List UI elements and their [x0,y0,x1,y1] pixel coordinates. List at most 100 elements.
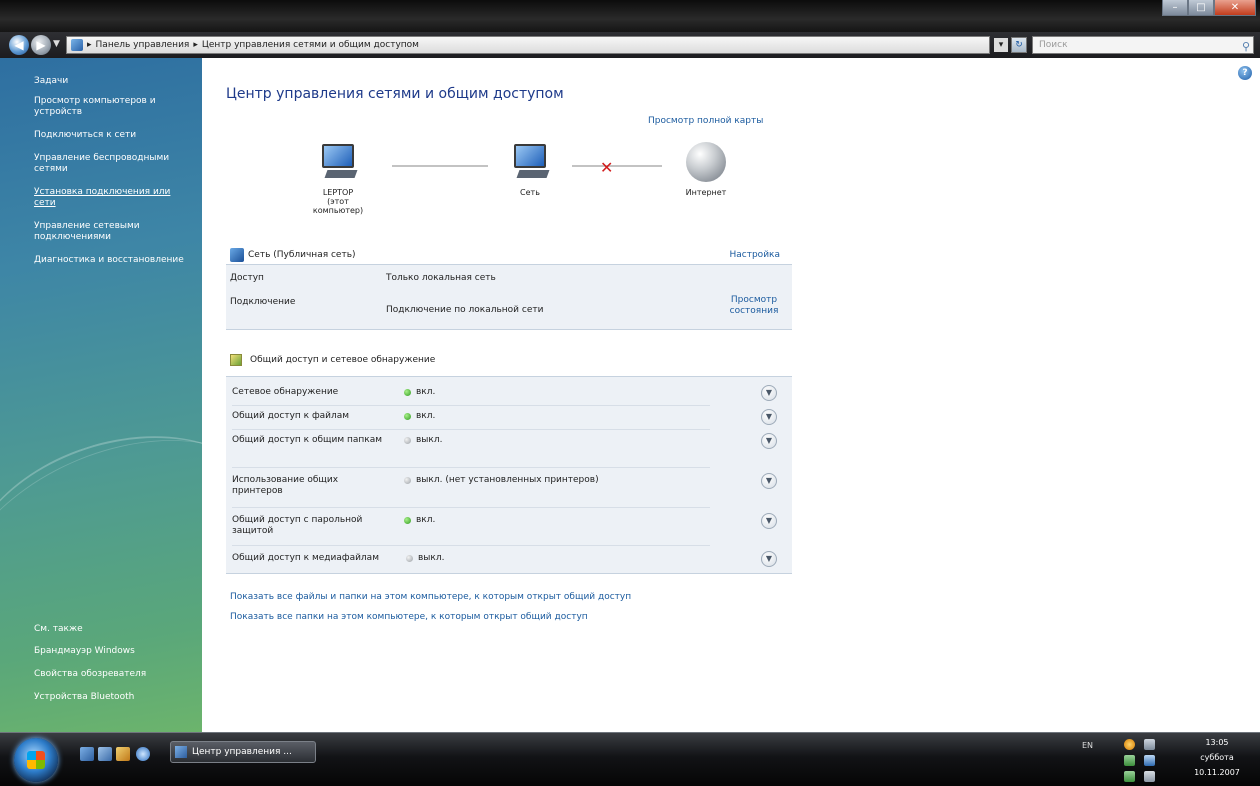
task-manage-wireless[interactable]: Управление беспроводными сетями [34,153,194,175]
minimize-button[interactable]: – [1162,0,1188,16]
tray-app-icon[interactable] [1124,771,1135,782]
taskbar-window-button[interactable]: Центр управления ... [170,741,316,763]
row-divider [232,545,710,546]
view-status-link[interactable]: Просмотр состояния [722,295,786,317]
view-full-map-link[interactable]: Просмотр полной карты [648,116,763,126]
row-divider [232,429,710,430]
sharing-row-value: выкл. [416,435,443,445]
taskbar: Центр управления ... EN 13:05 суббота 10… [0,732,1260,786]
expand-chevron-icon[interactable]: ▼ [761,473,777,489]
status-dot-icon [404,389,411,396]
system-clock[interactable]: 13:05 суббота 10.11.2007 [1178,735,1256,780]
window-controls: – □ ✕ [1162,0,1256,16]
network-name: Сеть (Публичная сеть) [248,250,356,260]
back-button[interactable]: ◀ [9,35,29,55]
map-link-line [392,165,488,167]
sharing-row-label: Использование общих принтеров [232,475,339,496]
expand-chevron-icon[interactable]: ▼ [761,409,777,425]
connection-value: Подключение по локальной сети [386,305,544,315]
sharing-panel: Сетевое обнаружение вкл. ▼ Общий доступ … [226,376,792,574]
recent-pages-dropdown[interactable]: ▼ [53,39,60,49]
task-manage-connections[interactable]: Управление сетевыми подключениями [34,221,194,243]
internet-explorer-icon[interactable] [136,747,150,761]
sharing-row-label: Сетевое обнаружение [232,387,339,397]
see-also-heading: См. также [34,624,83,634]
breadcrumb-control-panel[interactable]: Панель управления [96,40,190,50]
sharing-row-value: выкл. (нет установленных принтеров) [416,475,599,485]
computer-subtitle: (этот компьютер) [312,197,364,215]
expand-chevron-icon[interactable]: ▼ [761,433,777,449]
folder-icon[interactable] [116,747,130,761]
expand-chevron-icon[interactable]: ▼ [761,385,777,401]
windows-logo-icon [27,751,45,769]
sharing-header: Общий доступ и сетевое обнаружение [230,354,435,366]
breadcrumb-network-center[interactable]: Центр управления сетями и общим доступом [202,40,419,50]
breadcrumb-separator: ▸ [87,40,92,50]
clock-date: 10.11.2007 [1194,768,1240,777]
task-pane: Задачи Просмотр компьютеров и устройств … [0,58,202,732]
see-also-section: См. также Брандмауэр Windows Свойства об… [34,624,194,715]
clock-time: 13:05 [1205,738,1229,747]
switch-windows-icon[interactable] [98,747,112,761]
network-settings-link[interactable]: Настройка [730,250,781,260]
status-dot-icon [404,413,411,420]
link-windows-firewall[interactable]: Брандмауэр Windows [34,646,194,657]
security-alert-icon[interactable] [1124,739,1135,750]
close-button[interactable]: ✕ [1214,0,1256,16]
sharing-row-value: вкл. [416,387,436,397]
sharing-row-value: вкл. [416,411,436,421]
forward-button[interactable]: ▶ [31,35,51,55]
map-internet[interactable]: Интернет [672,142,740,197]
task-diagnose-repair[interactable]: Диагностика и восстановление [34,255,194,266]
access-value: Только локальная сеть [386,273,496,283]
status-dot-icon [404,477,411,484]
show-desktop-icon[interactable] [80,747,94,761]
task-setup-connection[interactable]: Установка подключения или сети [34,187,194,209]
language-indicator[interactable]: EN [1082,741,1093,750]
tray-network-activity-icon[interactable] [1144,755,1155,766]
sharing-row-label: Общий доступ с парольной защитой [232,515,363,536]
control-panel-icon [175,746,187,758]
computer-name: LEPTOP [322,188,354,197]
access-label: Доступ [230,273,264,283]
expand-chevron-icon[interactable]: ▼ [761,551,777,567]
link-internet-options[interactable]: Свойства обозревателя [34,669,194,680]
connection-label: Подключение [230,297,296,307]
status-dot-icon [404,517,411,524]
tray-app-icon[interactable] [1124,755,1135,766]
red-x-icon: ✕ [600,158,614,177]
address-bar[interactable]: ▸ Панель управления ▸ Центр управления с… [66,36,990,54]
search-icon[interactable]: ⚲ [1242,39,1250,55]
network-header: Сеть (Публичная сеть) Настройка [230,246,780,264]
page-title: Центр управления сетями и общим доступом [226,86,564,102]
task-connect-network[interactable]: Подключиться к сети [34,130,194,141]
title-bar: – □ ✕ [0,0,1260,32]
map-computer[interactable]: LEPTOP (этот компьютер) [302,142,374,215]
task-view-computers[interactable]: Просмотр компьютеров и устройств [34,96,194,118]
sharing-icon [230,354,242,366]
expand-chevron-icon[interactable]: ▼ [761,513,777,529]
help-icon[interactable]: ? [1238,66,1252,80]
map-network[interactable]: Сеть [500,142,560,197]
computer-icon [316,142,360,182]
show-shared-folders-link[interactable]: Показать все папки на этом компьютере, к… [230,612,588,622]
link-bluetooth-devices[interactable]: Устройства Bluetooth [34,692,194,703]
maximize-button[interactable]: □ [1188,0,1214,16]
breadcrumb-separator: ▸ [193,40,198,50]
address-dropdown[interactable]: ▾ [994,38,1008,52]
sharing-row-value: вкл. [416,515,436,525]
network-details-panel: Доступ Только локальная сеть Подключение… [226,264,792,330]
tray-network-icon[interactable] [1144,739,1155,750]
search-input[interactable]: Поиск ⚲ [1032,36,1254,54]
internet-label: Интернет [685,188,727,197]
refresh-button[interactable]: ↻ [1011,37,1027,53]
row-divider [232,467,710,468]
volume-icon[interactable] [1144,771,1155,782]
network-icon [508,142,552,182]
navigation-bar: ◀ ▶ ▼ ▸ Панель управления ▸ Центр управл… [0,32,1260,58]
network-label: Сеть [520,188,540,197]
start-button[interactable] [14,738,58,782]
row-divider [232,507,710,508]
show-shared-files-link[interactable]: Показать все файлы и папки на этом компь… [230,592,631,602]
map-link-line-broken [572,165,662,167]
